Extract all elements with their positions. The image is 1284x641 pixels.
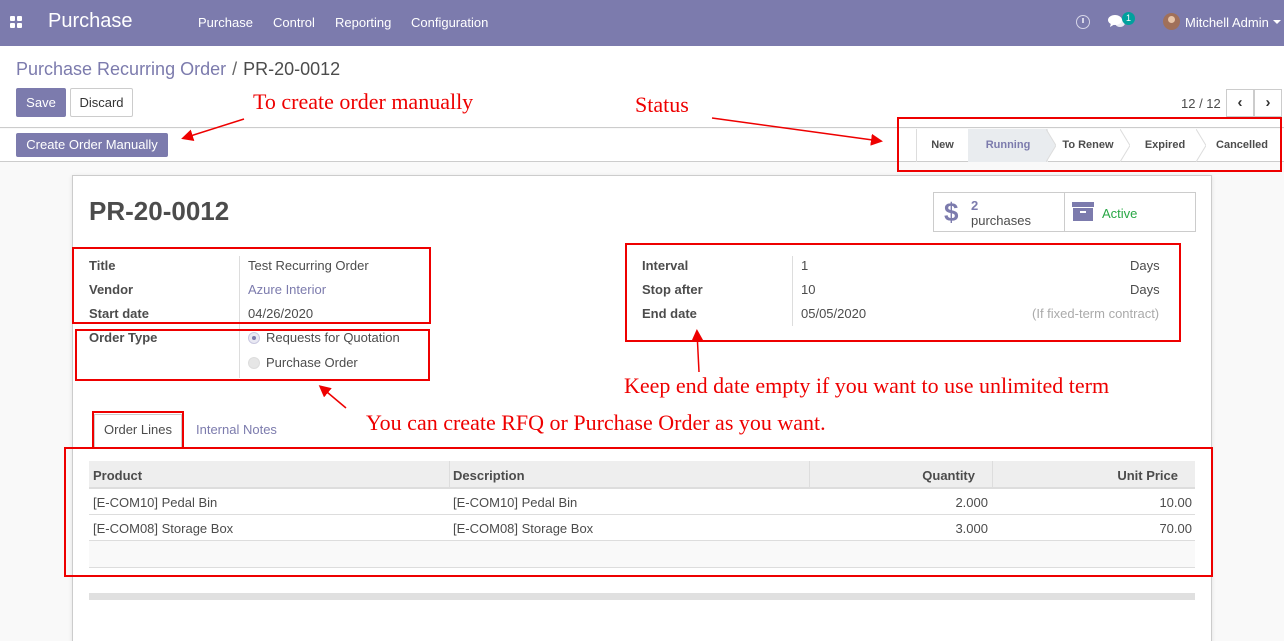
menu-configuration[interactable]: Configuration bbox=[411, 15, 488, 30]
tab-internal-notes[interactable]: Internal Notes bbox=[196, 422, 277, 437]
breadcrumb-separator: / bbox=[232, 59, 238, 79]
annotation-status: Status bbox=[635, 92, 689, 117]
pager-value[interactable]: 12 / 12 bbox=[1181, 96, 1221, 111]
save-button[interactable]: Save bbox=[16, 88, 66, 117]
active-toggle-button[interactable]: Active bbox=[1065, 193, 1195, 231]
avatar[interactable] bbox=[1163, 13, 1180, 30]
caret-down-icon[interactable] bbox=[1273, 20, 1281, 24]
annotation-box-order-type bbox=[75, 329, 430, 381]
breadcrumb-parent[interactable]: Purchase Recurring Order bbox=[16, 59, 226, 79]
create-order-manually-button[interactable]: Create Order Manually bbox=[16, 133, 168, 157]
top-navbar: Purchase Purchase Control Reporting Conf… bbox=[0, 0, 1284, 46]
annotation-box-status bbox=[897, 117, 1282, 172]
annotation-end-date: Keep end date empty if you want to use u… bbox=[624, 373, 1110, 398]
clock-icon[interactable] bbox=[1076, 15, 1090, 29]
smart-button-box: $ 2 purchases Active bbox=[933, 192, 1196, 232]
discard-button[interactable]: Discard bbox=[70, 88, 133, 117]
breadcrumb: Purchase Recurring Order / PR-20-0012 bbox=[16, 59, 340, 80]
annotation-box-tab bbox=[92, 411, 184, 449]
menu-control[interactable]: Control bbox=[273, 15, 315, 30]
annotation-manual: To create order manually bbox=[253, 89, 474, 114]
annotation-box-main-fields bbox=[72, 247, 431, 324]
message-count-badge: 1 bbox=[1122, 12, 1136, 25]
annotation-order-type: You can create RFQ or Purchase Order as … bbox=[366, 410, 826, 435]
archive-icon bbox=[1072, 202, 1094, 221]
user-name[interactable]: Mitchell Admin bbox=[1185, 15, 1269, 30]
app-brand[interactable]: Purchase bbox=[48, 10, 133, 33]
annotation-box-recurrence bbox=[625, 243, 1181, 342]
active-label: Active bbox=[1102, 206, 1138, 221]
apps-grid-icon[interactable] bbox=[10, 16, 23, 29]
purchases-label: purchases bbox=[971, 213, 1031, 228]
pager-previous-button[interactable]: ‹ bbox=[1226, 89, 1254, 117]
breadcrumb-current: PR-20-0012 bbox=[243, 59, 341, 79]
table-footer bbox=[89, 593, 1195, 600]
dollar-icon: $ bbox=[944, 197, 959, 227]
record-title: PR-20-0012 bbox=[89, 196, 230, 226]
menu-reporting[interactable]: Reporting bbox=[335, 15, 391, 30]
menu-purchase[interactable]: Purchase bbox=[198, 15, 253, 30]
pager-next-button[interactable]: › bbox=[1254, 89, 1282, 117]
purchases-smart-button[interactable]: $ 2 purchases bbox=[934, 193, 1065, 231]
purchases-count: 2 bbox=[971, 198, 979, 213]
annotation-box-order-lines bbox=[64, 447, 1213, 577]
